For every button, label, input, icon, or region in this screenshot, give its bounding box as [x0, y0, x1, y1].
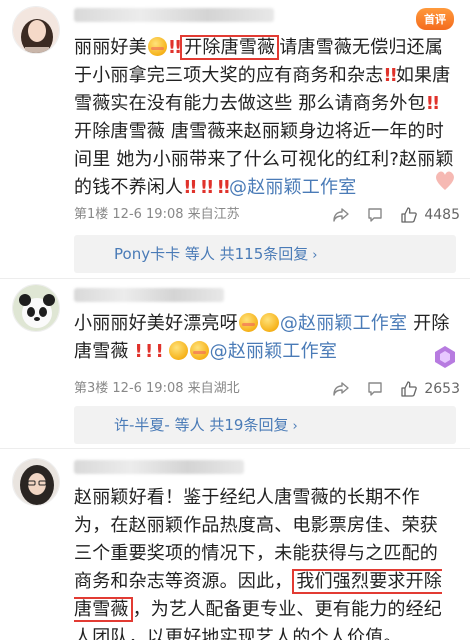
thumbs-up-icon: [401, 381, 418, 397]
username-blurred[interactable]: [74, 288, 224, 302]
replies-summary[interactable]: 许-半夏- 等人 共19条回复 ›: [74, 406, 456, 444]
avatar[interactable]: [12, 6, 60, 54]
replies-summary[interactable]: Pony卡卡 等人 共115条回复 ›: [74, 235, 456, 273]
divider: [0, 278, 470, 279]
blushing-face-emoji-icon: [147, 37, 167, 56]
chevron-right-icon: ›: [312, 248, 318, 263]
comment-meta: 第1楼 12-6 19:08 来自江苏: [74, 207, 240, 222]
share-icon[interactable]: [332, 206, 350, 224]
blushing-face-emoji-icon: [189, 341, 209, 360]
comment-text-part: 小丽丽好美好漂亮呀: [74, 313, 238, 334]
double-exclamation-icon: !! !! !!: [183, 177, 231, 198]
highlight-box: 开除唐雪薇: [180, 35, 280, 60]
comment-text-part: 丽丽好美: [74, 37, 147, 58]
chevron-right-icon: ›: [292, 419, 298, 434]
comment-meta: 第3楼 12-6 19:08 来自湖北: [74, 381, 240, 396]
avatar[interactable]: [12, 284, 60, 332]
like-count: 4485: [424, 207, 460, 223]
sticker-decoration-icon: [432, 168, 458, 196]
comment-text: 小丽丽好美好漂亮呀 @赵丽颖工作室 开除唐雪薇 ! ! ! @赵丽颖工作室: [74, 310, 454, 366]
like-button[interactable]: 4485: [400, 206, 460, 224]
comment-text: 赵丽颖好看！鉴于经纪人唐雪薇的长期不作为，在赵丽颖作品热度高、电影票房佳、荣获三…: [74, 484, 454, 640]
comment-icon[interactable]: [366, 206, 384, 224]
divider: [0, 448, 470, 449]
double-exclamation-icon: !!: [167, 37, 182, 58]
mention-link[interactable]: @赵丽颖工作室: [229, 177, 356, 198]
like-button[interactable]: 2653: [400, 380, 460, 398]
comment-actions: 2653: [332, 379, 460, 399]
share-icon[interactable]: [332, 380, 350, 398]
heart-eyes-emoji-icon: [238, 313, 258, 332]
mention-link[interactable]: @赵丽颖工作室: [210, 341, 337, 362]
comment-1: 首评 丽丽好美!! 开除唐雪薇 请唐雪薇无偿归还属于小丽拿完三项大奖的应有商务和杂志…: [0, 0, 470, 273]
like-count: 2653: [424, 381, 460, 397]
username-blurred[interactable]: [74, 460, 244, 474]
first-comment-badge: 首评: [416, 8, 454, 30]
smiling-face-emoji-icon: [259, 313, 279, 332]
thumbs-up-icon: [401, 207, 418, 223]
double-exclamation-icon: !!: [383, 65, 397, 86]
avatar[interactable]: [12, 458, 60, 506]
mention-link[interactable]: @赵丽颖工作室: [280, 313, 407, 334]
exclamation-icon: ! ! !: [134, 341, 164, 362]
username-blurred[interactable]: [74, 8, 274, 22]
replies-summary-text: 许-半夏- 等人 共19条回复: [114, 416, 289, 434]
replies-summary-text: Pony卡卡 等人 共115条回复: [114, 245, 309, 263]
comment-icon[interactable]: [366, 380, 384, 398]
comment-actions: 4485: [332, 205, 460, 225]
comment-2: 小丽丽好美好漂亮呀 @赵丽颖工作室 开除唐雪薇 ! ! ! @赵丽颖工作室 第3楼…: [0, 280, 470, 444]
comment-3: 赵丽颖好看！鉴于经纪人唐雪薇的长期不作为，在赵丽颖作品热度高、电影票房佳、荣获三…: [0, 450, 470, 640]
comment-text: 丽丽好美!! 开除唐雪薇 请唐雪薇无偿归还属于小丽拿完三项大奖的应有商务和杂志!!如…: [74, 34, 454, 202]
gem-decoration-icon: [432, 344, 458, 374]
double-exclamation-icon: !!: [425, 93, 440, 114]
smiling-face-emoji-icon: [168, 341, 188, 360]
